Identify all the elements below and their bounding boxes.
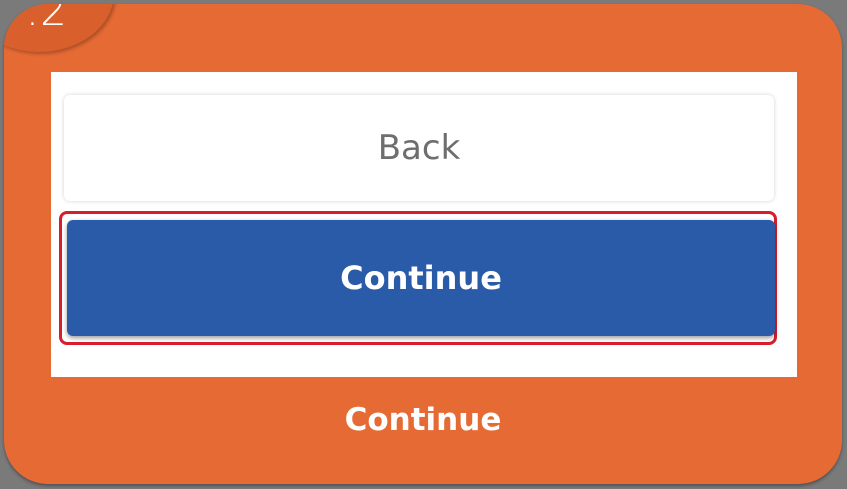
step-number: 7.2 (4, 4, 68, 35)
screenshot-frame: Back Continue (51, 72, 797, 377)
back-button-label: Back (377, 128, 461, 168)
continue-button[interactable]: Continue (67, 220, 775, 336)
back-button[interactable]: Back (64, 95, 774, 201)
step-caption: Continue (344, 402, 502, 438)
continue-button-label: Continue (340, 259, 502, 297)
instruction-card: 7.2 Back Continue Continue (4, 4, 842, 484)
